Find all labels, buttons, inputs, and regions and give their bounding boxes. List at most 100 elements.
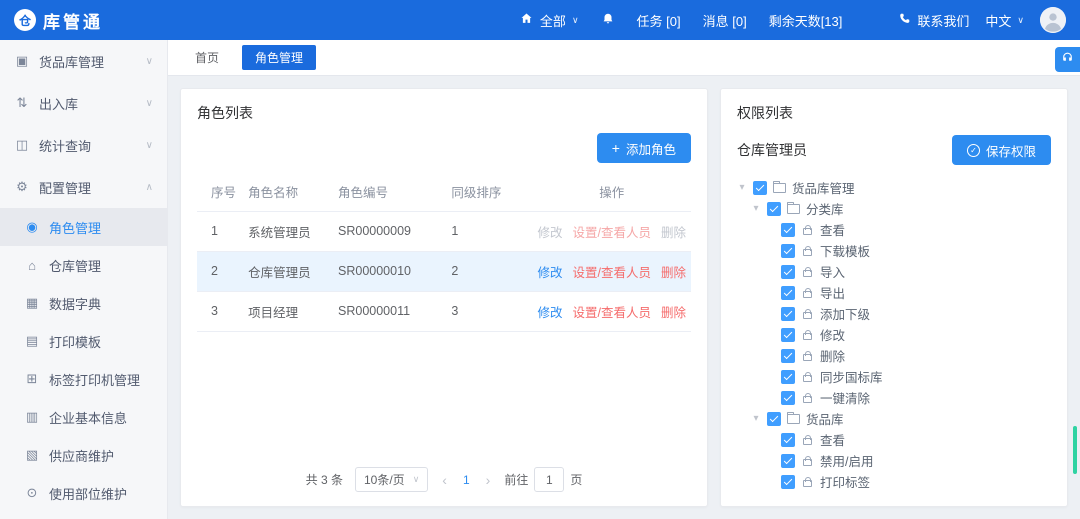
op-assign-link[interactable]: 设置/查看人员 <box>573 266 651 280</box>
permission-checkbox[interactable] <box>753 181 767 195</box>
scope-selector[interactable]: 全部 ∨ <box>519 11 579 30</box>
permission-checkbox[interactable] <box>781 265 795 279</box>
op-delete-link[interactable]: 删除 <box>661 226 686 240</box>
sidebar-item-company[interactable]: ▥企业基本信息 <box>0 398 167 436</box>
cell-seq: 2 <box>197 251 242 291</box>
tasks-link[interactable]: 任务 [0] <box>637 11 681 30</box>
tree-node[interactable]: 查看 <box>737 219 1051 240</box>
content-area: 角色列表 + 添加角色 序号 角色名称 角色编号 同级排序 操作 <box>168 76 1080 519</box>
sidebar-item-template[interactable]: ▤打印模板 <box>0 322 167 360</box>
goto-page-input[interactable] <box>534 467 564 492</box>
tree-node-label: 一键清除 <box>820 388 870 407</box>
tree-node[interactable]: ▾分类库 <box>737 198 1051 219</box>
tree-node[interactable]: 查看 <box>737 429 1051 450</box>
op-assign-link[interactable]: 设置/查看人员 <box>573 226 651 240</box>
current-page-number[interactable]: 1 <box>461 473 472 487</box>
sidebar-item-usage[interactable]: ⊙使用部位维护 <box>0 474 167 512</box>
tree-node[interactable]: 禁用/启用 <box>737 450 1051 471</box>
tree-node[interactable]: 添加下级 <box>737 303 1051 324</box>
chevron-down-icon: ∨ <box>1017 15 1024 26</box>
transfer-icon: ⇅ <box>14 95 30 111</box>
tree-node[interactable]: ▾货品库 <box>737 408 1051 429</box>
sidebar-item-supplier[interactable]: ▧供应商维护 <box>0 436 167 474</box>
tree-node[interactable]: 添加 <box>737 492 1051 494</box>
messages-link[interactable]: 消息 [0] <box>703 11 747 30</box>
language-selector[interactable]: 中文 ∨ <box>985 11 1024 30</box>
tree-node[interactable]: 导出 <box>737 282 1051 303</box>
permission-checkbox[interactable] <box>767 202 781 216</box>
caret-down-icon[interactable]: ▾ <box>751 203 761 214</box>
permission-checkbox[interactable] <box>781 391 795 405</box>
sidebar-item-role[interactable]: ◉角色管理 <box>0 208 167 246</box>
tree-node[interactable]: 导入 <box>737 261 1051 282</box>
tree-node[interactable]: ▾货品库管理 <box>737 177 1051 198</box>
goods-box-icon: ▣ <box>14 53 30 69</box>
sidebar-group-stats[interactable]: ◫统计查询∨ <box>0 124 167 166</box>
op-delete-link[interactable]: 删除 <box>661 266 686 280</box>
op-modify-link[interactable]: 修改 <box>537 226 562 240</box>
tree-node[interactable]: 修改 <box>737 324 1051 345</box>
next-page-button[interactable]: › <box>484 472 493 488</box>
label-printer-icon: ⊞ <box>24 371 40 387</box>
op-modify-link[interactable]: 修改 <box>537 306 562 320</box>
permission-checkbox[interactable] <box>781 475 795 489</box>
user-avatar[interactable] <box>1040 7 1066 33</box>
check-circle-icon: ✓ <box>967 144 980 157</box>
sidebar-group-goods[interactable]: ▣货品库管理∨ <box>0 40 167 82</box>
tree-node[interactable]: 打印标签 <box>737 471 1051 492</box>
contact-label: 联系我们 <box>917 11 969 30</box>
save-permissions-button[interactable]: ✓ 保存权限 <box>952 135 1051 165</box>
sidebar-item-dict[interactable]: ▦数据字典 <box>0 284 167 322</box>
goto-label: 前往 <box>504 471 528 488</box>
tree-node[interactable]: 一键清除 <box>737 387 1051 408</box>
tree-node[interactable]: 删除 <box>737 345 1051 366</box>
tree-node[interactable]: 同步国标库 <box>737 366 1051 387</box>
plus-icon: + <box>612 141 620 155</box>
contact-us-link[interactable]: 联系我们 <box>898 11 969 30</box>
caret-down-icon[interactable]: ▾ <box>737 182 747 193</box>
permission-icon <box>803 459 812 466</box>
permission-checkbox[interactable] <box>781 307 795 321</box>
tab-home[interactable]: 首页 <box>182 45 232 70</box>
sidebar-group-inout[interactable]: ⇅出入库∨ <box>0 82 167 124</box>
tab-role-management[interactable]: 角色管理 <box>242 45 316 70</box>
sidebar-item-warehouse[interactable]: ⌂仓库管理 <box>0 246 167 284</box>
permission-checkbox[interactable] <box>781 244 795 258</box>
sidebar-item-printer[interactable]: ⊞标签打印机管理 <box>0 360 167 398</box>
permission-icon <box>803 270 812 277</box>
op-modify-link[interactable]: 修改 <box>537 266 562 280</box>
cell-order: 1 <box>445 211 526 251</box>
op-assign-link[interactable]: 设置/查看人员 <box>573 306 651 320</box>
permission-checkbox[interactable] <box>781 286 795 300</box>
permissions-panel: 权限列表 仓库管理员 ✓ 保存权限 ▾货品库管理▾分类库查看下载模板导入导出添加… <box>720 88 1068 507</box>
permission-icon <box>803 354 812 361</box>
sidebar-group-config[interactable]: ⚙配置管理∧ <box>0 166 167 208</box>
permission-checkbox[interactable] <box>781 433 795 447</box>
tree-node-label: 添加 <box>820 493 845 494</box>
floating-helper-button[interactable] <box>1055 47 1080 72</box>
permission-checkbox[interactable] <box>781 328 795 342</box>
permission-checkbox[interactable] <box>781 349 795 363</box>
total-count-label: 共 3 条 <box>306 471 343 488</box>
permission-checkbox[interactable] <box>767 412 781 426</box>
tree-node-label: 禁用/启用 <box>820 451 873 470</box>
page-size-select[interactable]: 10条/页 ∨ <box>355 467 428 492</box>
table-row[interactable]: 3项目经理SR000000113修改设置/查看人员删除 <box>197 291 691 331</box>
sidebar-label: 使用部位维护 <box>49 484 127 503</box>
table-row[interactable]: 1系统管理员SR000000091修改设置/查看人员删除 <box>197 211 691 251</box>
page-scrollbar-thumb[interactable] <box>1073 426 1077 474</box>
permission-checkbox[interactable] <box>781 223 795 237</box>
permission-checkbox[interactable] <box>781 370 795 384</box>
tree-node[interactable]: 下载模板 <box>737 240 1051 261</box>
table-row[interactable]: 2仓库管理员SR000000102修改设置/查看人员删除 <box>197 251 691 291</box>
add-role-button[interactable]: + 添加角色 <box>597 133 691 163</box>
cell-name: 仓库管理员 <box>242 251 332 291</box>
caret-down-icon[interactable]: ▾ <box>751 413 761 424</box>
notification-bell[interactable] <box>601 12 615 29</box>
prev-page-button[interactable]: ‹ <box>440 472 449 488</box>
cell-order: 3 <box>445 291 526 331</box>
folder-icon <box>787 414 800 424</box>
permission-checkbox[interactable] <box>781 454 795 468</box>
roles-table: 序号 角色名称 角色编号 同级排序 操作 1系统管理员SR000000091修改… <box>197 173 691 332</box>
op-delete-link[interactable]: 删除 <box>661 306 686 320</box>
